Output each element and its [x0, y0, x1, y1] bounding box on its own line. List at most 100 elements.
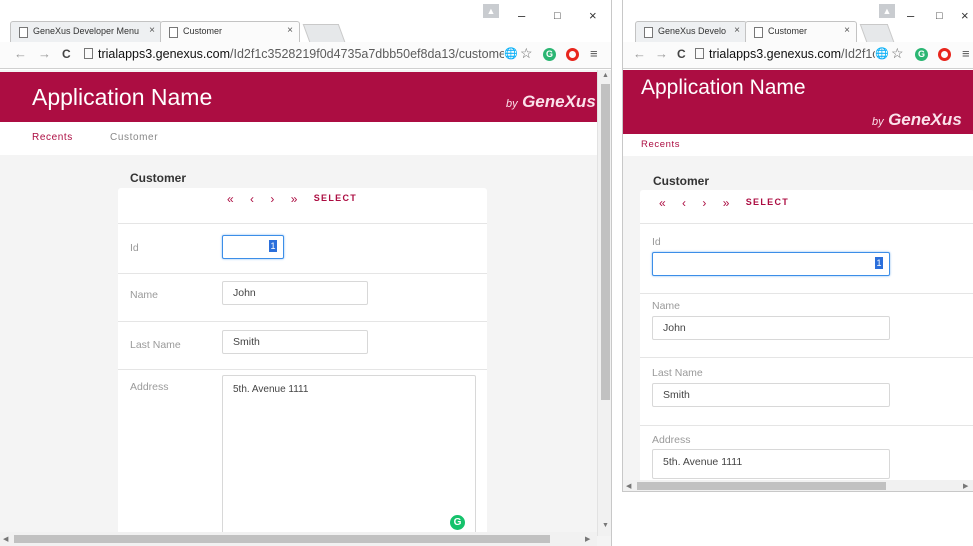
- vertical-scrollbar[interactable]: ▲ ▼: [597, 70, 611, 536]
- horizontal-scroll-thumb[interactable]: [637, 482, 886, 490]
- brand-by: by: [872, 116, 884, 128]
- address-value: 5th. Avenue 1111: [233, 384, 309, 395]
- back-icon[interactable]: ←: [633, 46, 646, 61]
- nav-recents[interactable]: Recents: [641, 139, 680, 150]
- close-icon[interactable]: ×: [589, 8, 597, 23]
- horizontal-scrollbar[interactable]: ◀ ▶: [0, 532, 597, 546]
- tab-close-icon[interactable]: ×: [287, 25, 293, 36]
- previous-record-icon[interactable]: ‹: [682, 196, 686, 210]
- last-name-input[interactable]: Smith: [222, 330, 368, 354]
- last-record-icon[interactable]: »: [723, 196, 730, 210]
- back-icon[interactable]: ←: [14, 46, 27, 61]
- next-record-icon[interactable]: ›: [702, 196, 706, 210]
- tab-customer[interactable]: Customer ×: [160, 21, 300, 42]
- opera-extension-icon[interactable]: [566, 48, 579, 61]
- pager: « ‹ › » SELECT: [227, 192, 370, 206]
- name-label: Name: [652, 300, 681, 312]
- profile-icon[interactable]: ▲: [879, 4, 895, 18]
- name-input[interactable]: John: [652, 316, 890, 340]
- forward-icon[interactable]: →: [38, 46, 51, 61]
- id-input[interactable]: 1: [652, 252, 890, 276]
- grammarly-extension-icon[interactable]: G: [543, 48, 556, 61]
- name-input[interactable]: John: [222, 281, 368, 305]
- tab-title: GeneXus Developer Menu: [33, 26, 140, 36]
- horizontal-scroll-thumb[interactable]: [14, 535, 550, 543]
- brand-by: by: [506, 98, 518, 110]
- scroll-right-icon[interactable]: ▶: [585, 535, 590, 543]
- profile-icon[interactable]: ▲: [483, 4, 499, 18]
- form-row-name: Name John: [118, 273, 487, 321]
- id-input[interactable]: 1: [222, 235, 284, 259]
- nav-bar: Recents: [623, 134, 973, 156]
- previous-record-icon[interactable]: ‹: [250, 192, 254, 206]
- last-name-input[interactable]: Smith: [652, 383, 890, 407]
- tab-title: GeneXus Develo: [658, 26, 727, 36]
- url-path: /Id2f1c3528219f0d4735a7dbb50ef8da13/cust…: [230, 47, 504, 61]
- id-label: Id: [130, 242, 139, 254]
- brand-name: GeneXus: [522, 92, 596, 111]
- page-icon: [754, 27, 763, 38]
- select-button[interactable]: SELECT: [314, 193, 357, 203]
- vertical-scroll-thumb[interactable]: [601, 84, 610, 400]
- tab-close-icon[interactable]: ×: [149, 25, 155, 36]
- tab-developer-menu[interactable]: GeneXus Develo ×: [635, 21, 747, 42]
- form-card: « ‹ › » SELECT Id 1 Name John Last Name …: [118, 188, 487, 546]
- form-title: Customer: [653, 174, 710, 188]
- last-record-icon[interactable]: »: [291, 192, 298, 206]
- scroll-down-icon[interactable]: ▼: [602, 522, 609, 529]
- maximize-icon[interactable]: □: [554, 10, 561, 22]
- next-record-icon[interactable]: ›: [270, 192, 274, 206]
- menu-icon[interactable]: ≡: [590, 46, 598, 61]
- opera-extension-icon[interactable]: [938, 48, 951, 61]
- tab-title: Customer: [768, 26, 808, 36]
- last-name-label: Last Name: [652, 367, 703, 379]
- forward-icon[interactable]: →: [655, 46, 668, 61]
- form-row-address: Address 5th. Avenue 1111 G: [118, 369, 487, 546]
- scroll-left-icon[interactable]: ◀: [626, 482, 631, 490]
- page-icon: [169, 27, 178, 38]
- tab-close-icon[interactable]: ×: [734, 25, 740, 36]
- first-record-icon[interactable]: «: [227, 192, 234, 206]
- genexus-logo: by GeneXus: [872, 110, 962, 130]
- page-icon: [695, 48, 704, 59]
- minimize-icon[interactable]: –: [907, 8, 914, 23]
- url-field[interactable]: trialapps3.genexus.com/Id2f1c: [695, 47, 875, 63]
- id-value: 1: [269, 240, 277, 252]
- page-icon: [84, 48, 93, 59]
- translate-icon[interactable]: 🌐: [875, 47, 889, 60]
- scroll-up-icon[interactable]: ▲: [602, 72, 609, 79]
- app-name[interactable]: Application Name: [641, 76, 806, 100]
- select-button[interactable]: SELECT: [746, 197, 789, 207]
- menu-icon[interactable]: ≡: [962, 46, 970, 61]
- first-record-icon[interactable]: «: [659, 196, 666, 210]
- address-textarea[interactable]: 5th. Avenue 1111: [222, 375, 476, 545]
- url-field[interactable]: trialapps3.genexus.com/Id2f1c3528219f0d4…: [84, 47, 504, 63]
- tab-customer[interactable]: Customer ×: [745, 21, 857, 42]
- breadcrumb: Customer: [110, 132, 159, 143]
- horizontal-scrollbar[interactable]: ◀ ▶: [623, 480, 973, 491]
- scroll-left-icon[interactable]: ◀: [3, 535, 8, 543]
- maximize-icon[interactable]: □: [936, 10, 943, 22]
- url-path: /Id2f1c: [841, 47, 875, 61]
- close-icon[interactable]: ×: [961, 8, 969, 23]
- star-icon[interactable]: ☆: [520, 45, 533, 62]
- last-name-label: Last Name: [130, 339, 181, 351]
- tab-strip: GeneXus Develo × Customer × ▲ – □ ×: [623, 0, 973, 42]
- reload-icon[interactable]: C: [62, 47, 71, 61]
- new-tab-button[interactable]: [859, 24, 895, 42]
- app-name[interactable]: Application Name: [32, 84, 212, 111]
- minimize-icon[interactable]: –: [518, 8, 525, 23]
- address-textarea[interactable]: 5th. Avenue 1111: [652, 449, 890, 479]
- new-tab-button[interactable]: [302, 24, 346, 42]
- reload-icon[interactable]: C: [677, 47, 686, 61]
- grammarly-icon[interactable]: G: [450, 515, 465, 530]
- scroll-right-icon[interactable]: ▶: [963, 482, 968, 490]
- grammarly-extension-icon[interactable]: G: [915, 48, 928, 61]
- star-icon[interactable]: ☆: [891, 45, 904, 62]
- address-bar: ← → C trialapps3.genexus.com/Id2f1c35282…: [0, 42, 611, 69]
- url-host: trialapps3.genexus.com: [709, 47, 842, 61]
- tab-developer-menu[interactable]: GeneXus Developer Menu ×: [10, 21, 162, 42]
- tab-close-icon[interactable]: ×: [844, 25, 850, 36]
- nav-recents[interactable]: Recents: [32, 132, 73, 143]
- translate-icon[interactable]: 🌐: [504, 47, 518, 60]
